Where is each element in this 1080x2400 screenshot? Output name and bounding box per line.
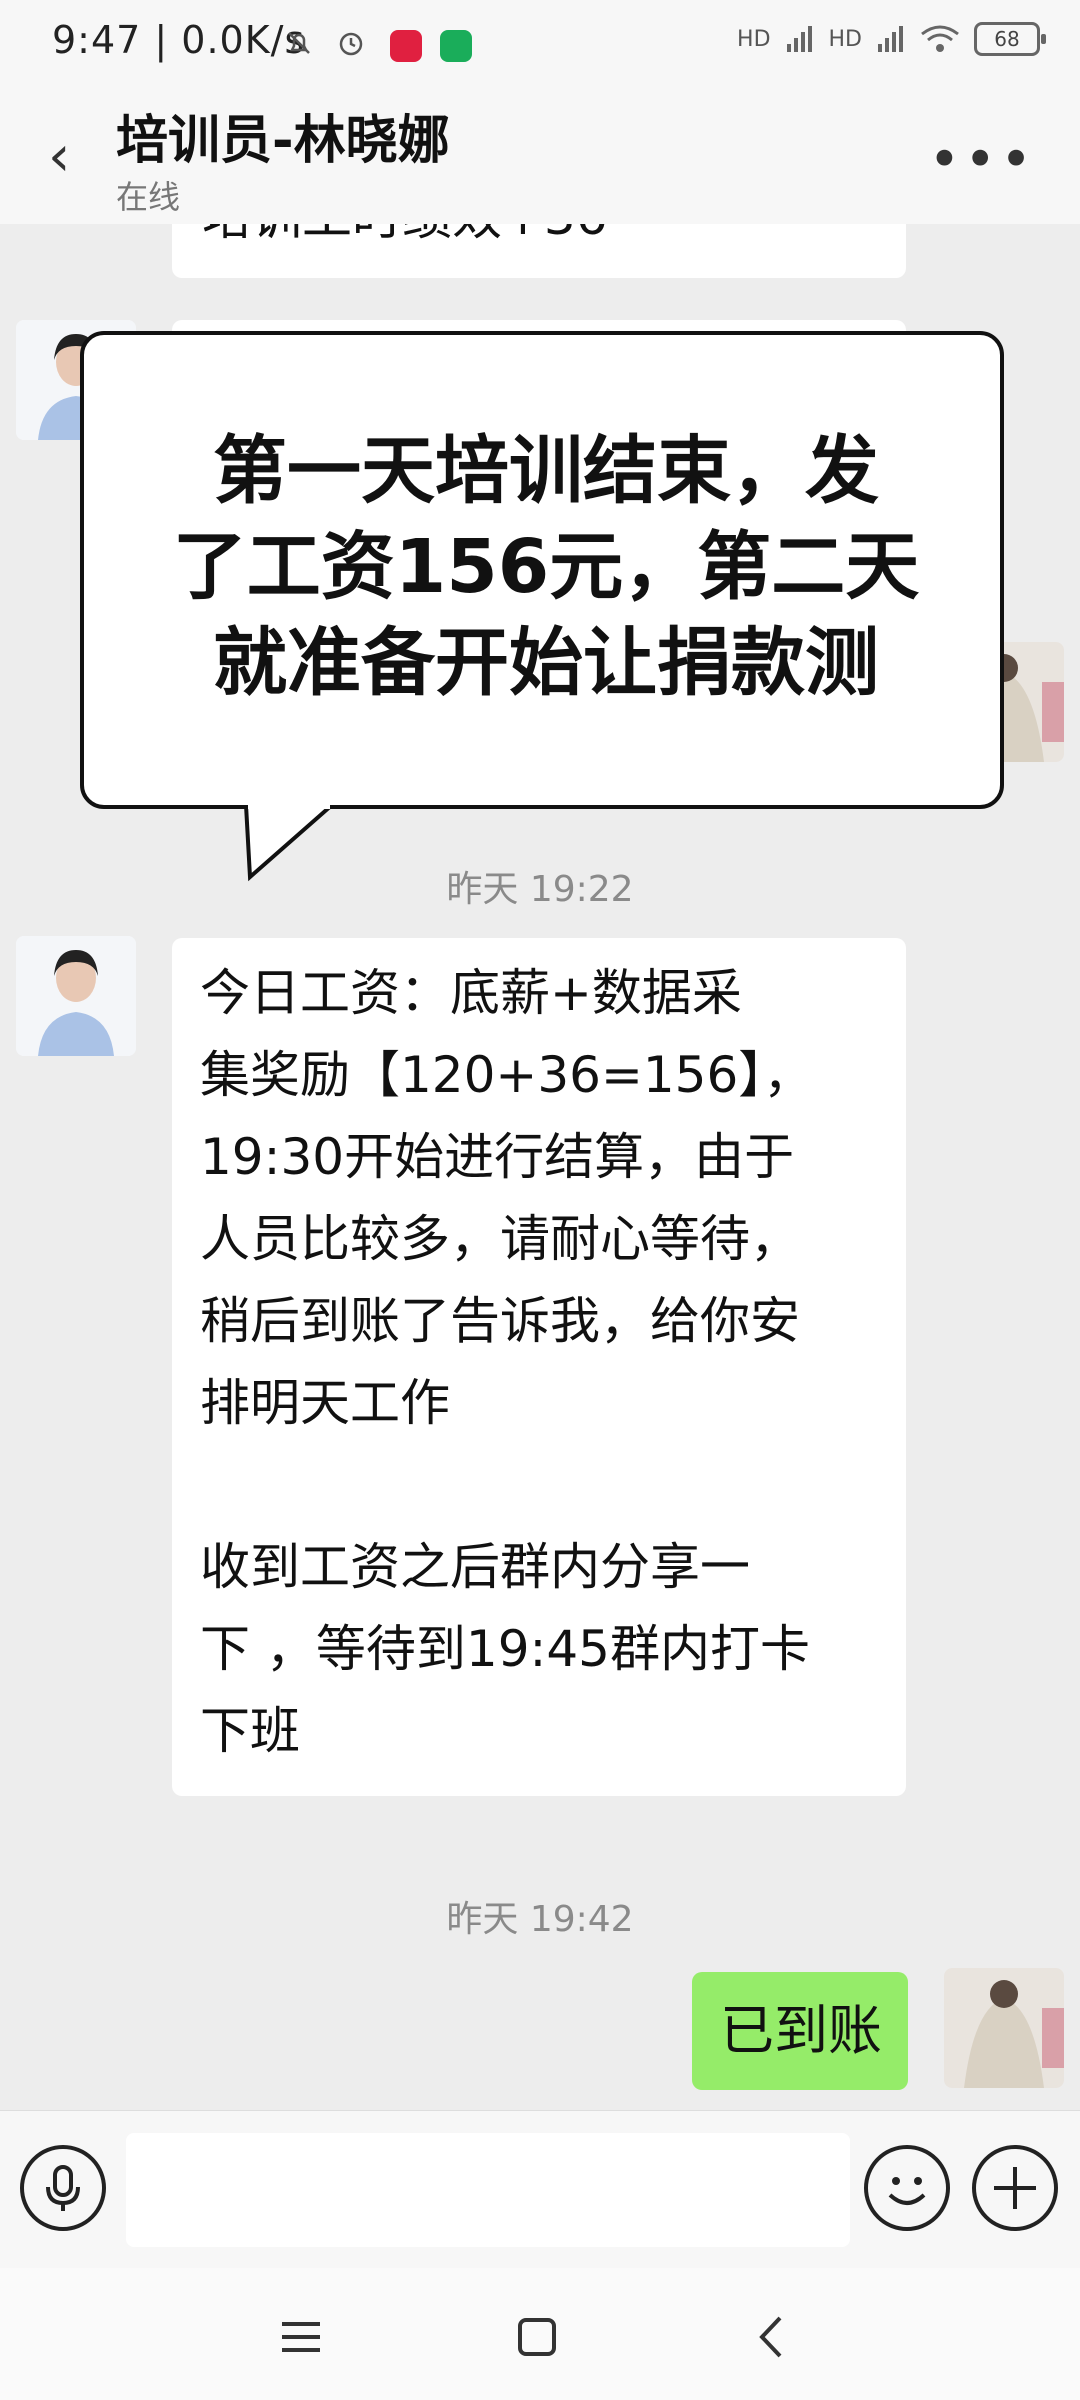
alarm-icon (339, 32, 363, 56)
message-bubble-partial[interactable]: 培训工时绩效+36 (172, 224, 906, 278)
emoji-icon (888, 2177, 926, 2205)
reply-text: 已到账 (720, 1999, 882, 2062)
callout-text: 第一天培训结束，发 了工资156元，第二天 就准备开始让捐款测 (172, 428, 920, 706)
wechat-notification-icon (440, 30, 472, 62)
app-notification-icon (390, 30, 422, 62)
annotation-callout: 第一天培训结束，发 了工资156元，第二天 就准备开始让捐款测 (80, 331, 1004, 809)
wifi-icon (921, 25, 959, 52)
signal-icon (786, 26, 812, 52)
avatar-self[interactable] (944, 1968, 1064, 2088)
emoji-button[interactable] (864, 2145, 950, 2231)
chat-header: ‹ 培训员-林晓娜 在线 ••• (0, 80, 1080, 224)
plus-button[interactable] (972, 2145, 1058, 2231)
timestamp: 昨天 19:22 (446, 869, 634, 910)
message-input[interactable] (126, 2133, 850, 2247)
input-bar (0, 2110, 1080, 2269)
avatar-trainer[interactable] (16, 936, 136, 1056)
plus-icon (994, 2167, 1036, 2209)
reply-bubble[interactable]: 已到账 (692, 1972, 908, 2090)
signal-hd-1: HD (737, 26, 771, 52)
page-title: 培训员-林晓娜 (116, 111, 450, 171)
status-right: HD HD 68 (737, 22, 1046, 56)
menu-icon[interactable] (276, 2312, 326, 2362)
signal-icon-2 (878, 26, 903, 52)
more-icon[interactable]: ••• (928, 128, 1036, 191)
battery-icon: 68 (974, 22, 1046, 56)
system-nav-bar (0, 2268, 1080, 2400)
message-bubble[interactable]: 今日工资：底薪+数据采 集奖励【120+36=156】， 19:30开始进行结算… (172, 938, 906, 1796)
back-icon[interactable]: ‹ (48, 124, 70, 189)
signal-hd-2: HD (828, 26, 862, 52)
message-text: 今日工资：底薪+数据采 集奖励【120+36=156】， 19:30开始进行结算… (200, 964, 814, 1760)
timestamp: 昨天 19:42 (446, 1899, 634, 1940)
status-time: 9:47 | 0.0K/s (52, 18, 306, 62)
mute-icon (288, 32, 310, 54)
online-status: 在线 (116, 178, 181, 216)
voice-icon (46, 2165, 80, 2211)
back-nav-icon[interactable] (748, 2312, 798, 2362)
callout-tail (244, 805, 334, 882)
status-bar: 9:47 | 0.0K/s HD HD 68 (0, 0, 1080, 80)
home-icon[interactable] (512, 2312, 562, 2362)
message-partial-text: 培训工时绩效+36 (202, 224, 608, 258)
voice-button[interactable] (20, 2145, 106, 2231)
